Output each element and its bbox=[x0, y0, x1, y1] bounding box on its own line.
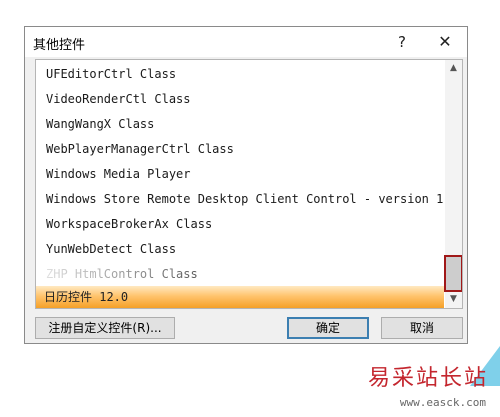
title-bar: 其他控件 ? ✕ bbox=[25, 27, 467, 57]
cancel-button[interactable]: 取消 bbox=[381, 317, 463, 339]
scroll-down-arrow-icon[interactable]: ▼ bbox=[445, 291, 462, 308]
list-item[interactable]: UFEditorCtrl Class bbox=[46, 63, 176, 85]
smudge-overlay bbox=[36, 262, 216, 280]
watermark-url: www.easck.com bbox=[399, 396, 486, 409]
register-custom-control-button[interactable]: 注册自定义控件(R)... bbox=[35, 317, 175, 339]
list-item[interactable]: YunWebDetect Class bbox=[46, 238, 176, 260]
list-item[interactable]: WebPlayerManagerCtrl Class bbox=[46, 138, 234, 160]
list-item[interactable]: WangWangX Class bbox=[46, 113, 154, 135]
scrollbar-thumb[interactable] bbox=[444, 255, 462, 292]
list-item[interactable]: Windows Media Player bbox=[46, 163, 191, 185]
ok-button[interactable]: 确定 bbox=[287, 317, 369, 339]
vertical-scrollbar[interactable]: ▲ ▼ bbox=[444, 60, 462, 308]
list-item-selected[interactable]: 日历控件 12.0 bbox=[36, 286, 444, 308]
scroll-up-arrow-icon[interactable]: ▲ bbox=[445, 60, 462, 77]
close-icon[interactable]: ✕ bbox=[427, 29, 463, 55]
other-controls-dialog: 其他控件 ? ✕ UFEditorCtrl Class VideoRenderC… bbox=[24, 26, 468, 344]
controls-list[interactable]: UFEditorCtrl Class VideoRenderCtl Class … bbox=[35, 59, 463, 309]
help-icon[interactable]: ? bbox=[385, 29, 419, 55]
list-item[interactable]: Windows Store Remote Desktop Client Cont… bbox=[46, 188, 443, 210]
list-item[interactable]: WorkspaceBrokerAx Class bbox=[46, 213, 212, 235]
dialog-title: 其他控件 bbox=[33, 38, 86, 53]
list-item[interactable]: VideoRenderCtl Class bbox=[46, 88, 191, 110]
watermark-brand: 易采站长站 bbox=[367, 366, 488, 391]
